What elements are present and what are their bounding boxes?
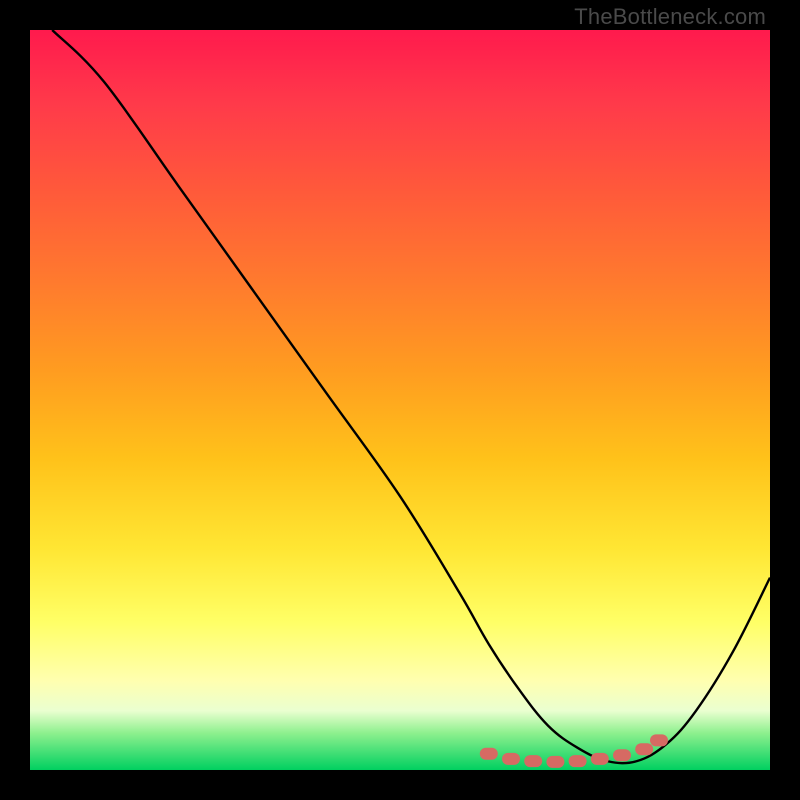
highlight-dot	[635, 743, 653, 755]
bottleneck-curve	[52, 30, 770, 763]
chart-frame: TheBottleneck.com	[0, 0, 800, 800]
highlight-dot	[650, 734, 668, 746]
highlight-dot	[591, 753, 609, 765]
highlight-dot	[480, 748, 498, 760]
highlight-dot	[546, 756, 564, 768]
chart-overlay	[30, 30, 770, 770]
highlight-dot	[524, 755, 542, 767]
highlight-dot	[569, 755, 587, 767]
watermark-text: TheBottleneck.com	[574, 4, 766, 30]
highlight-dot	[613, 749, 631, 761]
highlight-dots	[480, 734, 668, 767]
highlight-dot	[502, 753, 520, 765]
